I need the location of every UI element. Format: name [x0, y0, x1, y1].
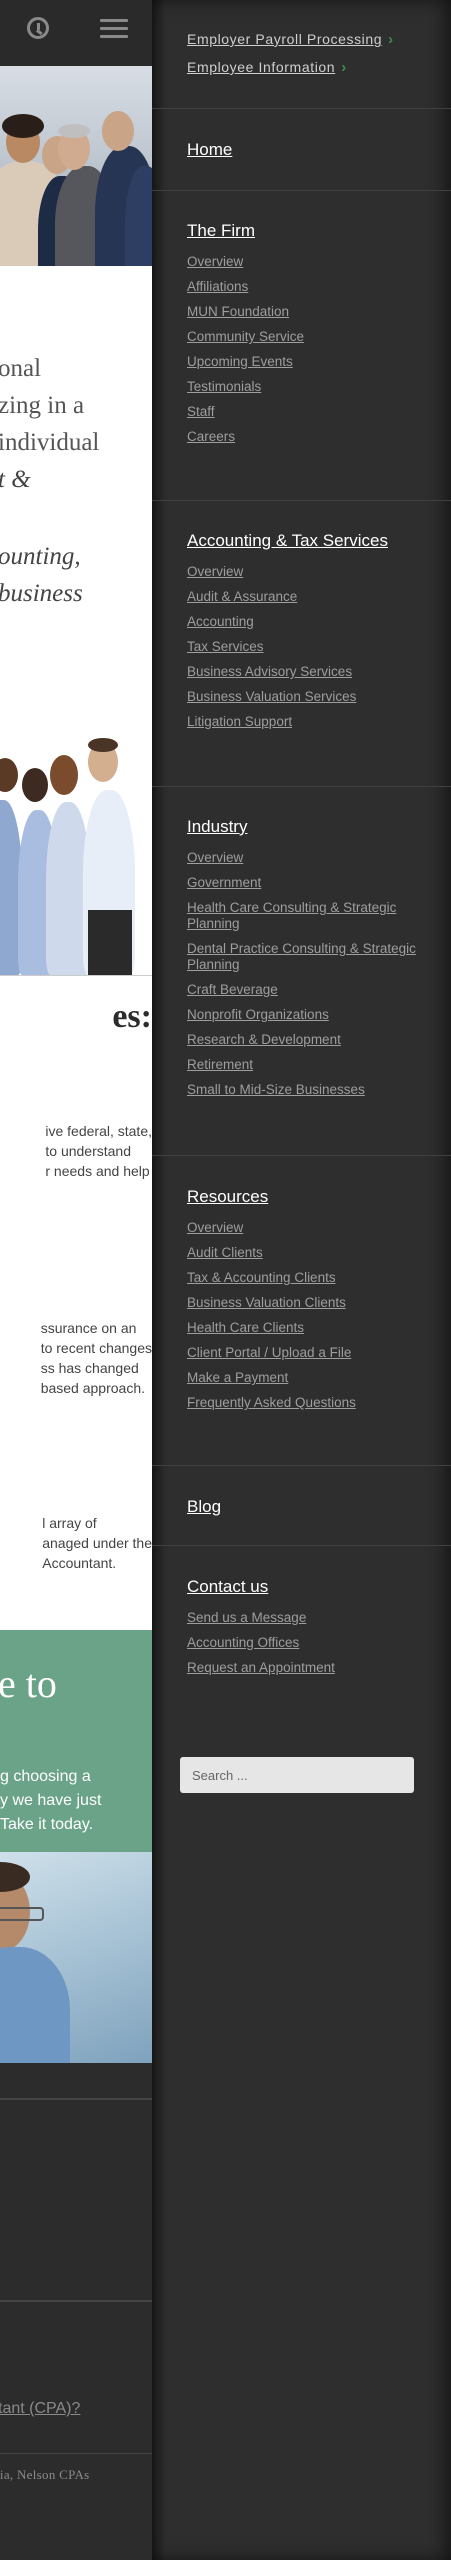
services-heading: es: — [112, 998, 152, 1035]
menu-divider — [152, 786, 451, 787]
menu-industry-heading[interactable]: Industry — [187, 817, 437, 837]
menu-item-make-payment[interactable]: Make a Payment — [187, 1370, 437, 1386]
background-page: onal zing in a individual t & ounting, b… — [0, 0, 152, 2560]
menu-item-overview[interactable]: Overview — [187, 254, 437, 270]
menu-divider — [152, 108, 451, 109]
menu-section-the-firm: The Firm Overview Affiliations MUN Found… — [187, 221, 437, 454]
clock-icon[interactable] — [27, 17, 49, 39]
hamburger-menu-icon[interactable] — [100, 19, 128, 39]
menu-item-careers[interactable]: Careers — [187, 429, 437, 445]
menu-divider — [152, 1465, 451, 1466]
team-photo — [0, 720, 152, 975]
menu-item-overview[interactable]: Overview — [187, 564, 437, 580]
chevron-right-icon: › — [388, 31, 394, 48]
service-paragraph-2: ssurance on an to recent changes ss has … — [40, 1320, 152, 1396]
menu-item-business-valuation-clients[interactable]: Business Valuation Clients — [187, 1295, 437, 1311]
footer — [0, 2063, 152, 2560]
cta-heading: e to — [0, 1661, 57, 1706]
menu-item-community-service[interactable]: Community Service — [187, 329, 437, 345]
menu-item-accounting[interactable]: Accounting — [187, 614, 437, 630]
menu-item-litigation-support[interactable]: Litigation Support — [187, 714, 437, 730]
employee-information-link[interactable]: Employee Information › — [187, 59, 437, 76]
menu-item-research-development[interactable]: Research & Development — [187, 1032, 437, 1048]
menu-item-client-portal[interactable]: Client Portal / Upload a File — [187, 1345, 437, 1361]
service-paragraph-3: l array of anaged under the Accountant. — [42, 1515, 152, 1571]
menu-home: Home — [187, 140, 437, 160]
menu-section-industry: Industry Overview Government Health Care… — [187, 817, 437, 1107]
menu-item-tax-services[interactable]: Tax Services — [187, 639, 437, 655]
menu-item-overview[interactable]: Overview — [187, 850, 437, 866]
menu-item-request-appointment[interactable]: Request an Appointment — [187, 1660, 437, 1676]
slide-menu: Employer Payroll Processing › Employee In… — [152, 0, 451, 2560]
footer-link[interactable]: tant (CPA)? — [0, 2400, 80, 2418]
menu-item-faq[interactable]: Frequently Asked Questions — [187, 1395, 437, 1411]
menu-item-upcoming-events[interactable]: Upcoming Events — [187, 354, 437, 370]
menu-divider — [152, 190, 451, 191]
footer-copyright: tia, Nelson CPAs — [0, 2467, 90, 2482]
menu-item-affiliations[interactable]: Affiliations — [187, 279, 437, 295]
menu-item-dental-practice-consulting[interactable]: Dental Practice Consulting & Strategic P… — [187, 941, 437, 973]
search-input[interactable] — [180, 1757, 414, 1793]
menu-the-firm-heading[interactable]: The Firm — [187, 221, 437, 241]
menu-item-government[interactable]: Government — [187, 875, 437, 891]
top-links: Employer Payroll Processing › Employee In… — [187, 31, 437, 87]
menu-home-link[interactable]: Home — [187, 140, 437, 160]
menu-divider — [152, 1545, 451, 1546]
menu-section-contact: Contact us Send us a Message Accounting … — [187, 1577, 437, 1685]
employer-payroll-link[interactable]: Employer Payroll Processing › — [187, 31, 437, 48]
menu-divider — [152, 1155, 451, 1156]
menu-item-small-mid-businesses[interactable]: Small to Mid-Size Businesses — [187, 1082, 437, 1098]
menu-item-staff[interactable]: Staff — [187, 404, 437, 420]
section-divider — [0, 975, 152, 976]
menu-resources-heading[interactable]: Resources — [187, 1187, 437, 1207]
menu-item-audit-assurance[interactable]: Audit & Assurance — [187, 589, 437, 605]
menu-divider — [152, 500, 451, 501]
menu-item-mun-foundation[interactable]: MUN Foundation — [187, 304, 437, 320]
footer-divider — [0, 2300, 152, 2302]
menu-item-tax-accounting-clients[interactable]: Tax & Accounting Clients — [187, 1270, 437, 1286]
menu-item-business-valuation[interactable]: Business Valuation Services — [187, 689, 437, 705]
menu-section-resources: Resources Overview Audit Clients Tax & A… — [187, 1187, 437, 1420]
menu-item-health-care-clients[interactable]: Health Care Clients — [187, 1320, 437, 1336]
cta-banner: e to g choosing a y we have just Take it… — [0, 1630, 152, 2063]
menu-item-accounting-offices[interactable]: Accounting Offices — [187, 1635, 437, 1651]
menu-item-craft-beverage[interactable]: Craft Beverage — [187, 982, 437, 998]
menu-item-send-message[interactable]: Send us a Message — [187, 1610, 437, 1626]
menu-blog: Blog — [187, 1497, 437, 1517]
menu-section-accounting: Accounting & Tax Services Overview Audit… — [187, 531, 437, 739]
cta-text: g choosing a y we have just Take it toda… — [0, 1768, 102, 1833]
menu-accounting-heading[interactable]: Accounting & Tax Services — [187, 531, 437, 551]
footer-divider — [0, 2453, 152, 2454]
menu-item-health-care-consulting[interactable]: Health Care Consulting & Strategic Plann… — [187, 900, 437, 932]
menu-item-testimonials[interactable]: Testimonials — [187, 379, 437, 395]
hero-team-photo — [0, 66, 152, 266]
cta-photo — [0, 1852, 152, 2063]
menu-item-retirement[interactable]: Retirement — [187, 1057, 437, 1073]
menu-item-overview[interactable]: Overview — [187, 1220, 437, 1236]
top-bar — [0, 0, 152, 66]
menu-contact-heading[interactable]: Contact us — [187, 1577, 437, 1597]
footer-divider — [0, 2098, 152, 2100]
menu-item-nonprofit-organizations[interactable]: Nonprofit Organizations — [187, 1007, 437, 1023]
menu-blog-link[interactable]: Blog — [187, 1497, 437, 1517]
menu-item-business-advisory[interactable]: Business Advisory Services — [187, 664, 437, 680]
menu-item-audit-clients[interactable]: Audit Clients — [187, 1245, 437, 1261]
service-paragraph-1: ive federal, state, to understand r need… — [45, 1123, 152, 1179]
chevron-right-icon: › — [341, 59, 347, 76]
